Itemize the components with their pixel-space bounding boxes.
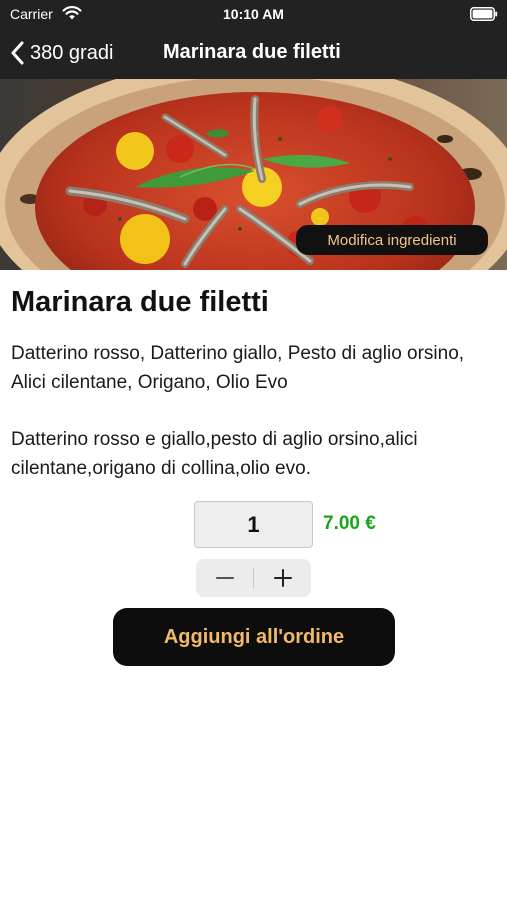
top-bar: Carrier 10:10 AM 380 gradi Marinara due … xyxy=(0,0,507,79)
back-button-label: 380 gradi xyxy=(30,41,114,64)
add-to-order-button[interactable]: Aggiungi all'ordine xyxy=(113,608,395,666)
plus-icon xyxy=(273,569,292,587)
status-time: 10:10 AM xyxy=(223,6,284,22)
chevron-left-icon xyxy=(11,41,24,65)
nav-title: Marinara due filetti xyxy=(163,41,341,63)
increment-button[interactable] xyxy=(254,559,311,597)
quantity-stepper[interactable] xyxy=(196,559,311,597)
product-ingredients: Datterino rosso, Datterino giallo, Pesto… xyxy=(11,343,465,393)
edit-ingredients-button[interactable]: Modifica ingredienti xyxy=(296,225,488,255)
navigation-bar: 380 gradi Marinara due filetti xyxy=(0,28,507,79)
product-price: 7.00 € xyxy=(323,513,376,534)
product-title: Marinara due filetti xyxy=(11,286,269,318)
decrement-button[interactable] xyxy=(196,559,253,597)
status-bar: Carrier 10:10 AM xyxy=(0,0,507,28)
back-button[interactable]: 380 gradi xyxy=(10,38,113,68)
minus-icon xyxy=(215,577,234,579)
product-description: Datterino rosso e giallo,pesto di aglio … xyxy=(11,429,418,479)
quantity-field[interactable]: 1 xyxy=(194,501,313,548)
battery-icon xyxy=(470,7,498,21)
